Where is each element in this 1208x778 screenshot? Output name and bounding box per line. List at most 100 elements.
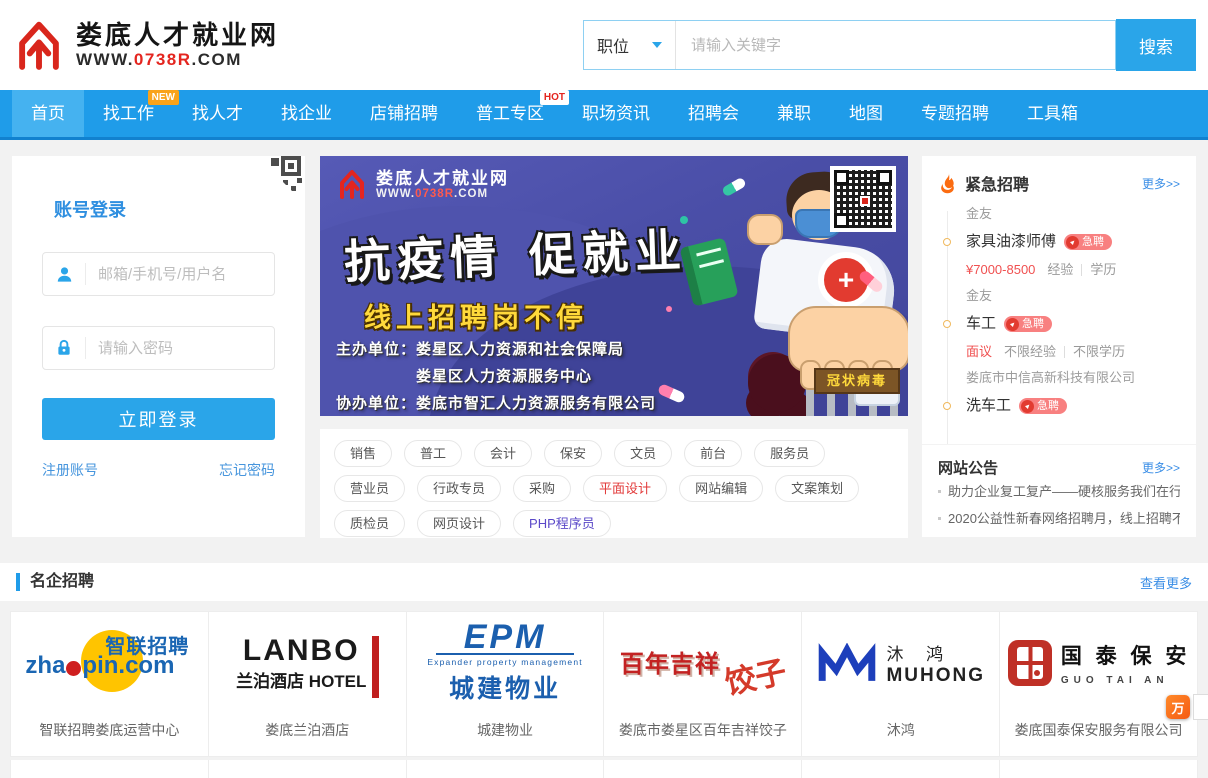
banner-title: 抗疫情促就业 <box>343 214 689 292</box>
nav-item-map[interactable]: 地图 <box>830 90 902 137</box>
job-salary: ¥7000-8500 <box>966 257 1035 283</box>
tag-general-worker[interactable]: 普工 <box>404 440 462 467</box>
famous-companies-header: 名企招聘 查看更多 <box>0 563 1208 601</box>
company-card-zhaopin[interactable]: 智联招聘 zhapin.com 智联招聘娄底运营中心 <box>11 612 209 757</box>
nav-item-job-fair[interactable]: 招聘会 <box>669 90 758 137</box>
banner-title-right: 促就业 <box>528 224 689 282</box>
password-input[interactable] <box>86 340 274 357</box>
doctor-fist-illustration <box>747 214 783 245</box>
cage-sign-label: 冠状病毒 <box>814 368 900 394</box>
site-url-suffix: .COM <box>192 50 242 69</box>
banner-url-prefix: WWW. <box>376 188 415 200</box>
pill-illustration <box>721 177 747 198</box>
nav-item-home[interactable]: 首页 <box>12 90 84 137</box>
user-icon <box>43 265 85 284</box>
tag-graphic-design[interactable]: 平面设计 <box>583 475 667 502</box>
company-logo: 百年吉祥 饺子 <box>604 612 801 714</box>
nav-item-special-recruit[interactable]: 专题招聘 <box>902 90 1008 137</box>
site-logo[interactable]: 娄底人才就业网 WWW.0738R.COM <box>12 18 279 72</box>
lock-icon <box>43 339 85 357</box>
job-title: 车工 <box>966 309 996 339</box>
center-column: 娄底人才就业网 WWW.0738R.COM 抗疫情促就业 线上招聘岗不停 主办单… <box>320 156 908 538</box>
bullet-square <box>938 517 941 520</box>
urgent-badge-label: 急聘 <box>1082 227 1104 257</box>
tag-admin-specialist[interactable]: 行政专员 <box>417 475 501 502</box>
login-button[interactable]: 立即登录 <box>42 398 275 440</box>
tag-sales[interactable]: 销售 <box>334 440 392 467</box>
muhong-logo-cn: 沐 鸿 <box>886 640 985 665</box>
banner-logo-icon <box>336 168 368 200</box>
company-card-epm[interactable]: EPM Expander property management 城建物业 城建… <box>407 612 605 757</box>
banner-title-gap <box>504 272 530 273</box>
tag-purchasing[interactable]: 采购 <box>513 475 571 502</box>
notice-item[interactable]: 2020公益性新春网络招聘月，线上招聘不 <box>938 505 1180 532</box>
companies-more-link[interactable]: 查看更多 <box>1140 573 1192 592</box>
lanbo-logo-en: LANBO <box>236 635 366 667</box>
search-input[interactable] <box>676 21 1115 69</box>
wan-widget-icon[interactable]: 万 <box>1166 695 1190 719</box>
nav-item-shop-recruit[interactable]: 店铺招聘 <box>351 90 457 137</box>
job-exp: 不限经验 <box>1004 339 1056 365</box>
urgent-badge-label: 急聘 <box>1022 309 1044 339</box>
guotai-logo-text: 国 泰 保 安 GUO TAI AN <box>1061 640 1191 686</box>
tag-shop-assistant[interactable]: 营业员 <box>334 475 405 502</box>
qr-eye <box>877 170 892 185</box>
epm-logo-sub: Expander property management <box>427 657 583 667</box>
company-card-jiaozi[interactable]: 百年吉祥 饺子 娄底市娄星区百年吉祥饺子 <box>604 612 802 757</box>
main-nav: 首页 找工作NEW 找人才 找企业 店铺招聘 普工专区HOT 职场资讯 招聘会 … <box>0 90 1208 140</box>
tag-security[interactable]: 保安 <box>544 440 602 467</box>
urgent-more-link[interactable]: 更多>> <box>1142 175 1180 192</box>
tag-copywriter[interactable]: 文案策划 <box>775 475 859 502</box>
tag-waiter[interactable]: 服务员 <box>754 440 825 467</box>
nav-item-toolbox[interactable]: 工具箱 <box>1008 90 1097 137</box>
muhong-logo-text: 沐 鸿 MUHONG <box>886 640 985 687</box>
tag-web-editor[interactable]: 网站编辑 <box>679 475 763 502</box>
search-box: 职位 <box>583 20 1116 70</box>
banner-host-line3: 协办单位：娄底市智汇人力资源服务有限公司 <box>336 392 656 413</box>
jiaozi-logo-cn2: 饺子 <box>720 646 790 703</box>
job-title-row[interactable]: 家具油漆师傅 ▲急聘 <box>966 227 1184 257</box>
notice-header: 网站公告 更多>> <box>938 457 1180 478</box>
job-title-row[interactable]: 车工 ▲急聘 <box>966 309 1184 339</box>
notice-more-link[interactable]: 更多>> <box>1142 459 1180 476</box>
nav-item-find-company[interactable]: 找企业 <box>262 90 351 137</box>
muhong-m-icon <box>816 643 878 683</box>
jiaozi-logo-cn: 百年吉祥 <box>620 644 720 679</box>
forgot-password-link[interactable]: 忘记密码 <box>219 460 275 480</box>
floating-widget[interactable]: 万 <box>1166 694 1208 720</box>
nav-item-worker-zone[interactable]: 普工专区HOT <box>457 90 563 137</box>
job-exp: 经验 <box>1047 257 1073 283</box>
site-url-prefix: WWW. <box>76 50 134 69</box>
username-input[interactable] <box>86 266 274 283</box>
promo-banner[interactable]: 娄底人才就业网 WWW.0738R.COM 抗疫情促就业 线上招聘岗不停 主办单… <box>320 156 908 416</box>
banner-host-line2: 娄星区人力资源服务中心 <box>336 365 592 386</box>
tag-php-programmer[interactable]: PHP程序员 <box>513 510 611 537</box>
urgent-job-list: 金友 家具油漆师傅 ▲急聘 ¥7000-8500 经验 学历 金友 车工 ▲急聘… <box>922 199 1196 444</box>
search-button[interactable]: 搜索 <box>1116 19 1196 71</box>
login-title: 账号登录 <box>42 196 275 222</box>
job-title-row[interactable]: 洗车工 ▲急聘 <box>966 391 1184 421</box>
tag-accountant[interactable]: 会计 <box>474 440 532 467</box>
tag-qc-inspector[interactable]: 质检员 <box>334 510 405 537</box>
zhaopin-logo-en-right: pin.com <box>82 652 174 680</box>
nav-item-part-time[interactable]: 兼职 <box>758 90 830 137</box>
company-card-muhong[interactable]: 沐 鸿 MUHONG 沐鸿 <box>802 612 1000 757</box>
page-header: 娄底人才就业网 WWW.0738R.COM 职位 搜索 <box>0 0 1208 90</box>
flame-icon <box>938 172 957 194</box>
company-caption: 娄底市娄星区百年吉祥饺子 <box>619 720 787 740</box>
nav-label: 兼职 <box>777 104 811 123</box>
tag-receptionist[interactable]: 前台 <box>684 440 742 467</box>
nav-item-career-news[interactable]: 职场资讯 <box>563 90 669 137</box>
notice-item[interactable]: 助力企业复工复产——硬核服务我们在行动 <box>938 478 1180 505</box>
tag-clerk[interactable]: 文员 <box>614 440 672 467</box>
tag-web-design[interactable]: 网页设计 <box>417 510 501 537</box>
qr-center-logo <box>860 196 870 206</box>
urgent-badge: ▲急聘 <box>1019 398 1067 414</box>
job-edu: 学历 <box>1090 257 1116 283</box>
search-category-select[interactable]: 职位 <box>584 21 676 69</box>
nav-item-find-talent[interactable]: 找人才 <box>173 90 262 137</box>
nav-item-find-job[interactable]: 找工作NEW <box>84 90 173 137</box>
company-card-lanbo[interactable]: LANBO 兰泊酒店 HOTEL 娄底兰泊酒店 <box>209 612 407 757</box>
company-card-guotai[interactable]: 国 泰 保 安 GUO TAI AN 娄底国泰保安服务有限公司 <box>1000 612 1198 757</box>
register-link[interactable]: 注册账号 <box>42 460 98 480</box>
